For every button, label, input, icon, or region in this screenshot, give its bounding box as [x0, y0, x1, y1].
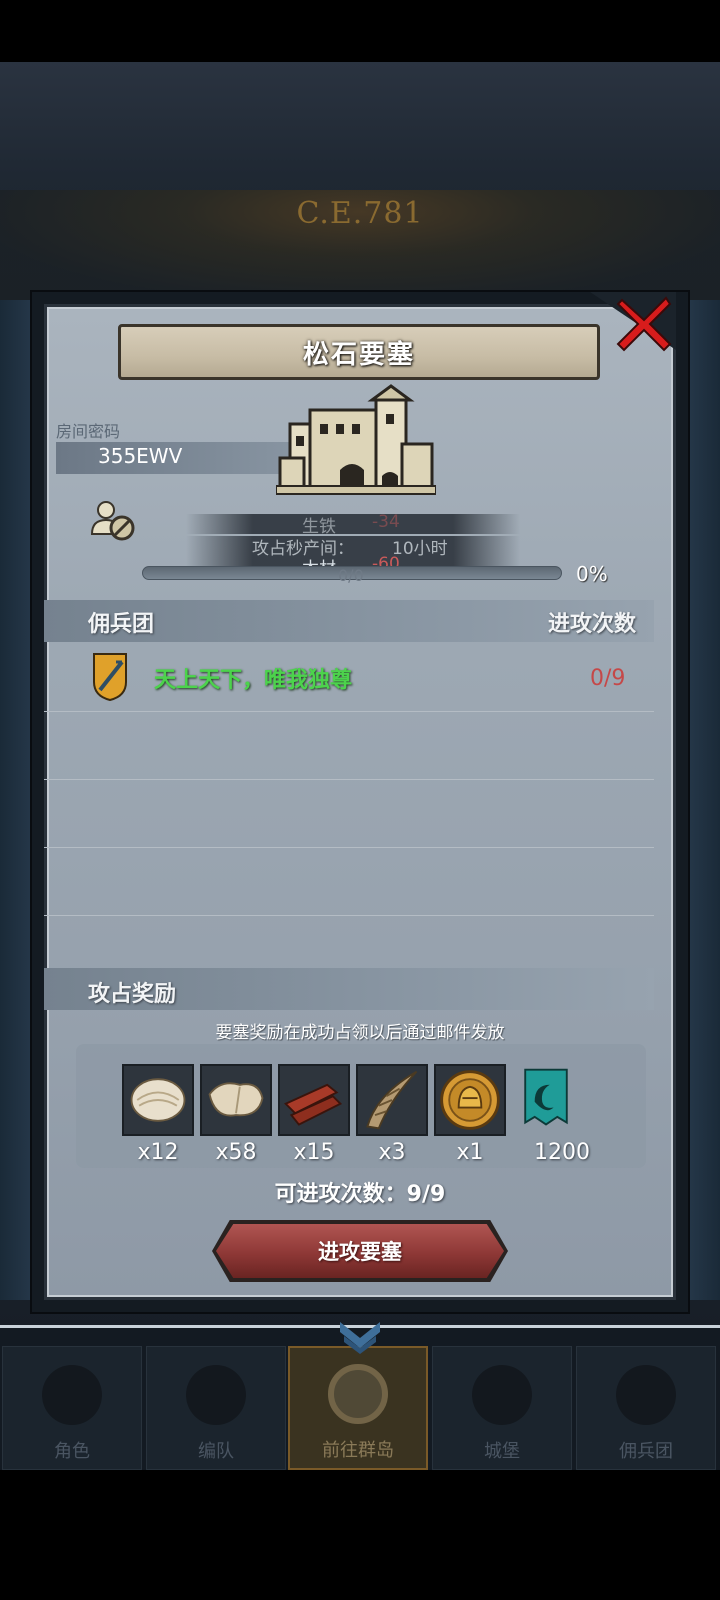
horn-icon — [366, 1070, 418, 1130]
attack-button-label: 进攻要塞 — [318, 1240, 402, 1264]
reward-item[interactable] — [200, 1064, 272, 1136]
reward-item[interactable] — [278, 1064, 350, 1136]
progress-percent: 0% — [576, 562, 608, 586]
guild-row[interactable]: 天上天下，唯我独尊 0/9 — [44, 644, 654, 712]
nav-label: 城堡 — [484, 1441, 520, 1462]
guild-section-title: 佣兵团 — [88, 612, 155, 637]
guild-shield-icon — [93, 653, 127, 702]
empty-guild-row — [44, 848, 654, 916]
nav-item-islands[interactable]: 前往群岛 — [288, 1346, 428, 1470]
no-players-icon — [90, 501, 135, 541]
helmet-icon — [186, 1365, 246, 1425]
reward-qty: 1200 — [534, 1140, 590, 1165]
status-bar — [0, 0, 720, 62]
reward-qty: x12 — [137, 1140, 179, 1165]
reward-qty: x1 — [456, 1140, 484, 1165]
nav-label: 佣兵团 — [619, 1441, 673, 1462]
attack-count: 可进攻次数：9/9 — [274, 1182, 446, 1207]
guild-attack-count: 0/9 — [590, 666, 626, 691]
reward-qty: x15 — [293, 1140, 335, 1165]
castle-icon — [276, 384, 436, 495]
castle-icon — [472, 1365, 532, 1425]
reward-item[interactable] — [512, 1064, 584, 1136]
reward-qty: x58 — [215, 1140, 257, 1165]
iron-value: -34 — [372, 512, 400, 532]
occupy-value: 10小时 — [392, 539, 448, 559]
progress-count: 0/0 — [338, 566, 364, 585]
nav-label: 角色 — [54, 1441, 90, 1462]
empty-guild-row — [44, 712, 654, 780]
dialog-title: 松石要塞 — [302, 339, 415, 370]
reward-qty: x3 — [378, 1140, 406, 1165]
reward-item[interactable] — [122, 1064, 194, 1136]
nav-item-castle[interactable]: 城堡 — [432, 1346, 572, 1470]
nav-label: 前往群岛 — [322, 1440, 394, 1461]
backdrop-side-right — [686, 300, 720, 1300]
guild-name: 天上天下，唯我独尊 — [154, 668, 353, 693]
teal-banner-icon — [524, 1068, 568, 1126]
nav-item-character[interactable]: 角色 — [2, 1346, 142, 1470]
room-code-value[interactable]: 355EWV — [98, 444, 182, 468]
attack-fortress-button[interactable]: 进攻要塞 — [216, 1224, 504, 1278]
wood-planks-icon — [284, 1083, 343, 1126]
reward-section-title: 攻占奖励 — [88, 982, 177, 1007]
nav-label: 编队 — [198, 1441, 234, 1462]
title-banner: 松石要塞 — [118, 324, 600, 380]
knight-icon — [42, 1365, 102, 1425]
empty-guild-row — [44, 780, 654, 848]
leather-hide-icon — [208, 1082, 264, 1117]
attacks-header: 进攻次数 — [548, 612, 637, 637]
golden-helmet-medal-icon — [440, 1070, 500, 1130]
compass-map-icon — [328, 1364, 388, 1424]
chevron-down-icon — [340, 1322, 380, 1354]
reward-item[interactable] — [356, 1064, 428, 1136]
room-password-label: 房间密码 — [56, 422, 121, 441]
nav-item-mercenary[interactable]: 佣兵团 — [576, 1346, 716, 1470]
backdrop-side-left — [0, 300, 34, 1300]
fur-pelt-icon — [130, 1078, 186, 1122]
nav-item-formation[interactable]: 编队 — [146, 1346, 286, 1470]
close-x-icon[interactable] — [612, 292, 676, 356]
reward-item[interactable] — [434, 1064, 506, 1136]
banner-castle-icon — [616, 1365, 676, 1425]
bottom-nav: 角色 编队 前往群岛 城堡 佣兵团 — [0, 1322, 720, 1470]
system-nav-area — [0, 1470, 720, 1600]
year-label: C.E.781 — [296, 196, 424, 231]
info-stripe — [186, 514, 520, 534]
reward-note: 要塞奖励在成功占领以后通过邮件发放 — [215, 1023, 505, 1043]
